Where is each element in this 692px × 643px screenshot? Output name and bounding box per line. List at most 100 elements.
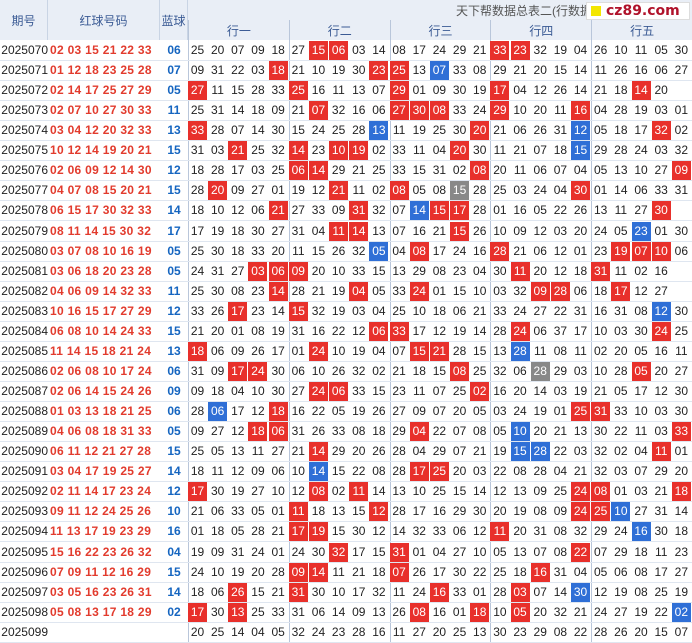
grid-cell: 24 xyxy=(308,341,328,361)
grid-cell: 20 xyxy=(251,564,265,579)
grid-cell: 01 xyxy=(674,444,688,459)
grid-cell: 11 xyxy=(533,343,547,358)
red-numbers: 02 03 15 21 22 33 xyxy=(50,43,152,57)
issue-number: 2025092 xyxy=(1,484,48,499)
grid-cell: 18 xyxy=(432,303,447,318)
red-numbers: 04 07 08 15 20 21 xyxy=(50,183,152,198)
grid-cell: 04 xyxy=(311,223,326,238)
group-header-5: 行五 xyxy=(591,20,692,40)
grid-cell: 18 xyxy=(614,83,628,98)
grid-cell: 07 xyxy=(392,343,406,358)
grid-cell: 21 xyxy=(654,484,668,499)
grid-cell: 25 xyxy=(271,163,285,178)
grid-cell: 14 xyxy=(674,504,688,519)
grid-cell: 15 xyxy=(654,624,668,639)
grid-cell: 20 xyxy=(533,63,547,78)
grid-cell: 11 xyxy=(493,143,507,158)
grid-cell: 18 xyxy=(268,61,288,81)
grid-cell: 13 xyxy=(372,604,386,619)
grid-cell: 17 xyxy=(288,522,308,542)
grid-cell: 13 xyxy=(228,602,248,622)
grid-cell: 01 xyxy=(291,343,305,358)
grid-cell: 32 xyxy=(372,584,386,599)
grid-cell: 26 xyxy=(331,363,346,378)
grid-cell: 24 xyxy=(190,263,205,278)
issue-number: 2025073 xyxy=(1,103,48,118)
red-numbers: 02 06 09 12 14 30 xyxy=(50,163,152,178)
grid-cell: 28 xyxy=(291,283,305,298)
grid-cell: 26 xyxy=(553,83,568,98)
grid-cell: 23 xyxy=(369,61,389,81)
blue-number: 14 xyxy=(167,464,181,479)
blue-number: 15 xyxy=(167,323,181,338)
grid-cell: 21 xyxy=(473,43,487,57)
grid-cell: 07 xyxy=(634,464,648,479)
table-row: 2025070 02 03 15 21 22 33 06 25 20 07 09 18 27 15… xyxy=(0,40,692,61)
issue-number: 2025071 xyxy=(1,63,48,78)
grid-cell: 14 xyxy=(251,123,265,138)
grid-cell: 24 xyxy=(311,123,326,138)
grid-cell: 28 xyxy=(614,143,628,158)
grid-cell: 31 xyxy=(291,223,305,238)
grid-cell: 12 xyxy=(231,424,245,439)
grid-cell: 26 xyxy=(372,444,386,459)
grid-cell: 26 xyxy=(392,604,406,619)
table-row: 2025096 07 09 11 12 16 29 15 24 10 19 20 28 09 14… xyxy=(0,562,692,583)
grid-cell: 31 xyxy=(231,544,245,559)
grid-cell: 18 xyxy=(372,564,386,579)
grid-cell: 19 xyxy=(513,504,527,519)
issue-number: 2025091 xyxy=(1,464,48,479)
grid-cell: 33 xyxy=(352,263,366,278)
grid-cell: 10 xyxy=(651,241,671,261)
grid-cell: 20 xyxy=(352,444,366,459)
blue-number: 02 xyxy=(167,604,181,619)
grid-cell: 07 xyxy=(231,123,245,138)
issue-number: 2025072 xyxy=(1,83,48,98)
grid-cell: 09 xyxy=(288,261,308,281)
table-row: 2025076 02 06 09 12 14 30 12 18 28 17 03 25 06 14… xyxy=(0,160,692,182)
grid-cell: 30 xyxy=(452,83,467,98)
grid-cell: 30 xyxy=(674,404,688,419)
grid-cell: 33 xyxy=(231,504,245,519)
grid-cell: 11 xyxy=(352,183,365,198)
grid-cell: 28 xyxy=(352,123,366,138)
blue-number: 14 xyxy=(167,203,181,218)
grid-cell: 11 xyxy=(614,203,628,218)
grid-cell: 27 xyxy=(533,303,547,318)
grid-cell: 33 xyxy=(493,303,507,318)
grid-cell: 15 xyxy=(291,123,305,138)
grid-cell: 08 xyxy=(432,183,447,198)
grid-cell: 05 xyxy=(654,43,668,57)
grid-cell: 01 xyxy=(412,544,426,559)
red-numbers: 01 12 18 23 25 28 xyxy=(50,63,152,78)
grid-cell: 15 xyxy=(450,221,470,241)
grid-cell: 17 xyxy=(432,564,447,579)
table-row: 2025086 02 06 08 10 17 24 06 31 09 17 24 30 06 10… xyxy=(0,361,692,382)
grid-cell: 30 xyxy=(473,504,487,519)
grid-cell: 14 xyxy=(614,183,628,198)
grid-cell: 12 xyxy=(231,464,245,479)
grid-cell: 19 xyxy=(349,141,369,161)
grid-cell: 10 xyxy=(594,323,608,338)
grid-cell: 05 xyxy=(210,444,225,459)
grid-cell: 23 xyxy=(251,303,265,318)
grid-cell: 18 xyxy=(190,163,205,178)
grid-cell: 21 xyxy=(268,201,288,221)
grid-cell: 13 xyxy=(473,624,487,639)
grid-cell: 15 xyxy=(372,544,386,559)
grid-cell: 05 xyxy=(631,361,651,381)
grid-cell: 14 xyxy=(372,43,386,57)
grid-cell: 05 xyxy=(594,564,608,579)
issue-number: 2025078 xyxy=(1,203,48,218)
table-row: 2025081 03 06 18 20 23 28 05 24 31 27 03 06 09 20… xyxy=(0,261,692,282)
grid-cell: 31 xyxy=(210,263,225,278)
grid-cell: 37 xyxy=(553,323,568,338)
grid-cell: 28 xyxy=(490,241,510,261)
grid-cell: 08 xyxy=(409,241,429,261)
grid-cell: 06 xyxy=(268,261,288,281)
grid-cell: 28 xyxy=(614,363,628,378)
grid-cell: 07 xyxy=(308,101,328,121)
grid-cell: 11 xyxy=(211,464,224,479)
grid-cell: 24 xyxy=(251,544,265,559)
grid-cell: 19 xyxy=(352,343,366,358)
